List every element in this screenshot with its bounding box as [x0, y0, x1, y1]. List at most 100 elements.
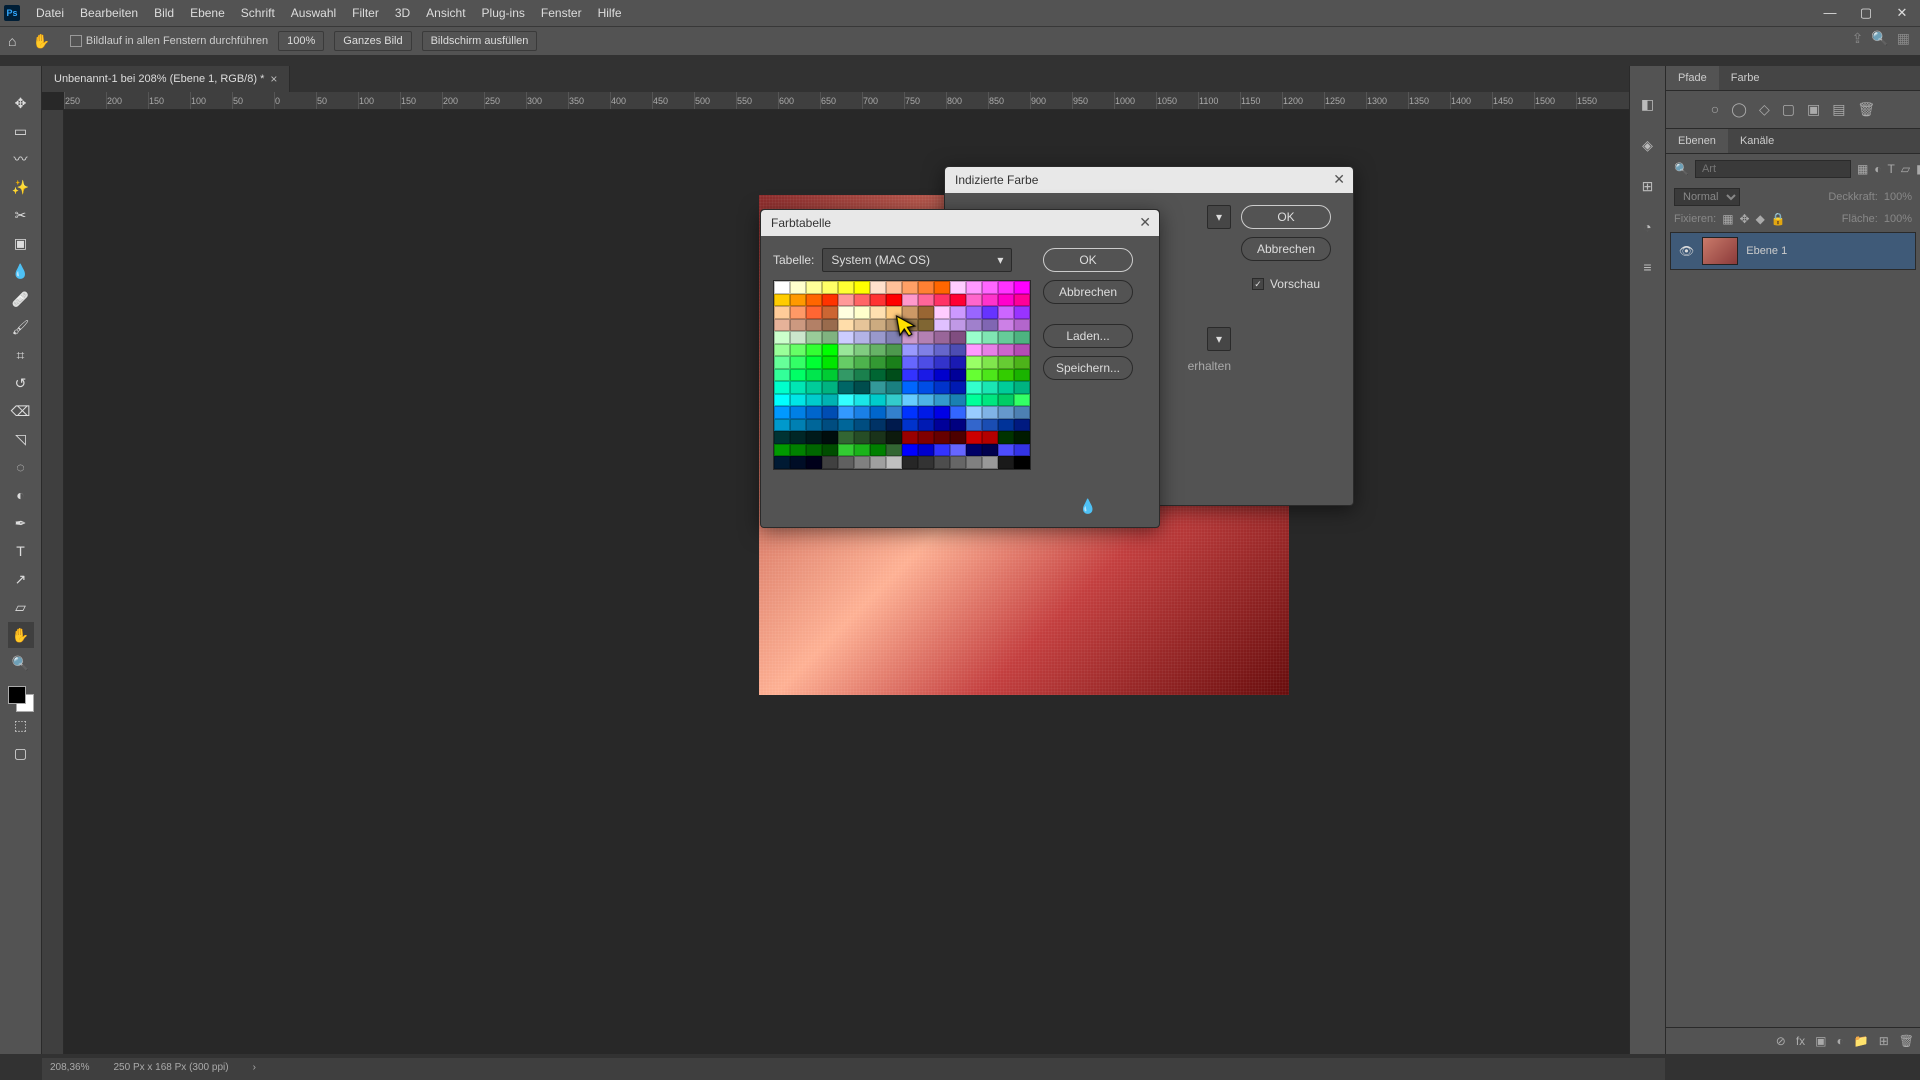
document-info[interactable]: 250 Px x 168 Px (300 ppi): [113, 1062, 228, 1076]
frame-tool[interactable]: ▣: [8, 230, 34, 256]
color-swatch-cell[interactable]: [934, 381, 950, 394]
save-button[interactable]: Speichern...: [1043, 356, 1133, 380]
color-swatch-cell[interactable]: [902, 419, 918, 432]
lasso-tool[interactable]: 〰: [8, 146, 34, 172]
color-swatch-cell[interactable]: [854, 444, 870, 457]
menu-datei[interactable]: Datei: [28, 1, 72, 26]
color-swatch-cell[interactable]: [854, 369, 870, 382]
color-swatch-cell[interactable]: [854, 281, 870, 294]
workspace-icon[interactable]: ▦: [1897, 30, 1910, 47]
color-swatch-cell[interactable]: [950, 394, 966, 407]
color-swatch-cell[interactable]: [806, 356, 822, 369]
color-swatch-cell[interactable]: [902, 306, 918, 319]
properties-icon[interactable]: ≡: [1643, 259, 1651, 275]
color-swatch-cell[interactable]: [1014, 369, 1030, 382]
group-icon[interactable]: 📁: [1854, 1034, 1869, 1048]
color-swatch-cell[interactable]: [950, 406, 966, 419]
color-swatch-cell[interactable]: [870, 381, 886, 394]
color-swatch-cell[interactable]: [902, 381, 918, 394]
color-swatch-cell[interactable]: [966, 306, 982, 319]
color-swatch-cell[interactable]: [998, 306, 1014, 319]
color-swatch-cell[interactable]: [982, 394, 998, 407]
color-swatch-cell[interactable]: [902, 294, 918, 307]
color-swatch-cell[interactable]: [918, 281, 934, 294]
menu-ebene[interactable]: Ebene: [182, 1, 233, 26]
mask-icon[interactable]: ▤: [1832, 101, 1845, 118]
color-swatch-cell[interactable]: [982, 431, 998, 444]
color-swatch-cell[interactable]: [918, 456, 934, 469]
close-button[interactable]: ✕: [1884, 0, 1920, 26]
menu-schrift[interactable]: Schrift: [233, 1, 283, 26]
color-swatch-cell[interactable]: [822, 281, 838, 294]
color-swatch-cell[interactable]: [790, 381, 806, 394]
color-swatch-cell[interactable]: [966, 394, 982, 407]
color-swatch-cell[interactable]: [790, 456, 806, 469]
color-swatch-cell[interactable]: [870, 406, 886, 419]
color-swatch-cell[interactable]: [838, 444, 854, 457]
color-swatch-cell[interactable]: [918, 369, 934, 382]
color-swatch-cell[interactable]: [998, 344, 1014, 357]
color-swatch-cell[interactable]: [774, 331, 790, 344]
color-swatch-cell[interactable]: [822, 394, 838, 407]
color-swatch-cell[interactable]: [790, 306, 806, 319]
color-swatch-cell[interactable]: [934, 444, 950, 457]
color-swatch-cell[interactable]: [966, 456, 982, 469]
color-swatch-cell[interactable]: [966, 381, 982, 394]
color-swatch-cell[interactable]: [886, 294, 902, 307]
color-swatch-cell[interactable]: [950, 444, 966, 457]
color-swatch-cell[interactable]: [822, 431, 838, 444]
screen-mode-button[interactable]: ▢: [8, 740, 34, 766]
color-swatch-cell[interactable]: [790, 419, 806, 432]
circle-icon[interactable]: ○: [1711, 101, 1719, 118]
layer-row[interactable]: 👁 Ebene 1: [1670, 232, 1916, 270]
color-swatch-cell[interactable]: [998, 381, 1014, 394]
color-swatch-cell[interactable]: [822, 319, 838, 332]
color-swatch-cell[interactable]: [982, 294, 998, 307]
color-swatch-cell[interactable]: [838, 456, 854, 469]
color-swatch-cell[interactable]: [1014, 431, 1030, 444]
color-swatch-cell[interactable]: [966, 419, 982, 432]
color-swatch-cell[interactable]: [790, 356, 806, 369]
color-swatch-cell[interactable]: [774, 344, 790, 357]
color-swatch-cell[interactable]: [806, 369, 822, 382]
color-swatch-cell[interactable]: [806, 406, 822, 419]
color-swatch-cell[interactable]: [774, 369, 790, 382]
color-swatch-cell[interactable]: [982, 344, 998, 357]
color-swatch-cell[interactable]: [934, 419, 950, 432]
color-swatch-cell[interactable]: [806, 381, 822, 394]
options-dropdown[interactable]: ▾: [1207, 327, 1231, 351]
color-swatch-cell[interactable]: [950, 294, 966, 307]
filter-smart-icon[interactable]: ◧: [1916, 162, 1920, 176]
color-swatch-cell[interactable]: [998, 319, 1014, 332]
color-swatch-cell[interactable]: [902, 281, 918, 294]
zoom-tool[interactable]: 🔍: [8, 650, 34, 676]
color-swatch-cell[interactable]: [790, 406, 806, 419]
color-swatch-cell[interactable]: [870, 344, 886, 357]
color-swatch-cell[interactable]: [886, 406, 902, 419]
filter-image-icon[interactable]: ▦: [1857, 162, 1868, 176]
color-swatch-cell[interactable]: [886, 431, 902, 444]
color-swatch-cell[interactable]: [950, 319, 966, 332]
color-swatch-cell[interactable]: [870, 369, 886, 382]
color-swatch-cell[interactable]: [966, 281, 982, 294]
color-icon[interactable]: ◧: [1641, 96, 1654, 113]
color-swatch-cell[interactable]: [854, 356, 870, 369]
color-swatch-cell[interactable]: [790, 344, 806, 357]
type-tool[interactable]: T: [8, 538, 34, 564]
color-swatch-cell[interactable]: [854, 394, 870, 407]
color-swatch-cell[interactable]: [822, 356, 838, 369]
blur-tool[interactable]: ◌: [8, 454, 34, 480]
color-swatch-cell[interactable]: [998, 369, 1014, 382]
palette-dropdown[interactable]: ▾: [1207, 205, 1231, 229]
color-swatch-cell[interactable]: [1014, 331, 1030, 344]
color-swatch-cell[interactable]: [1014, 281, 1030, 294]
color-swatch-cell[interactable]: [774, 281, 790, 294]
color-swatch-cell[interactable]: [870, 419, 886, 432]
color-swatch-cell[interactable]: [1014, 406, 1030, 419]
color-swatch-cell[interactable]: [918, 356, 934, 369]
color-swatch-cell[interactable]: [886, 281, 902, 294]
history-icon[interactable]: ◔: [1643, 219, 1651, 235]
layer-thumbnail[interactable]: [1702, 237, 1738, 265]
color-swatch-cell[interactable]: [806, 306, 822, 319]
color-swatch-cell[interactable]: [902, 356, 918, 369]
